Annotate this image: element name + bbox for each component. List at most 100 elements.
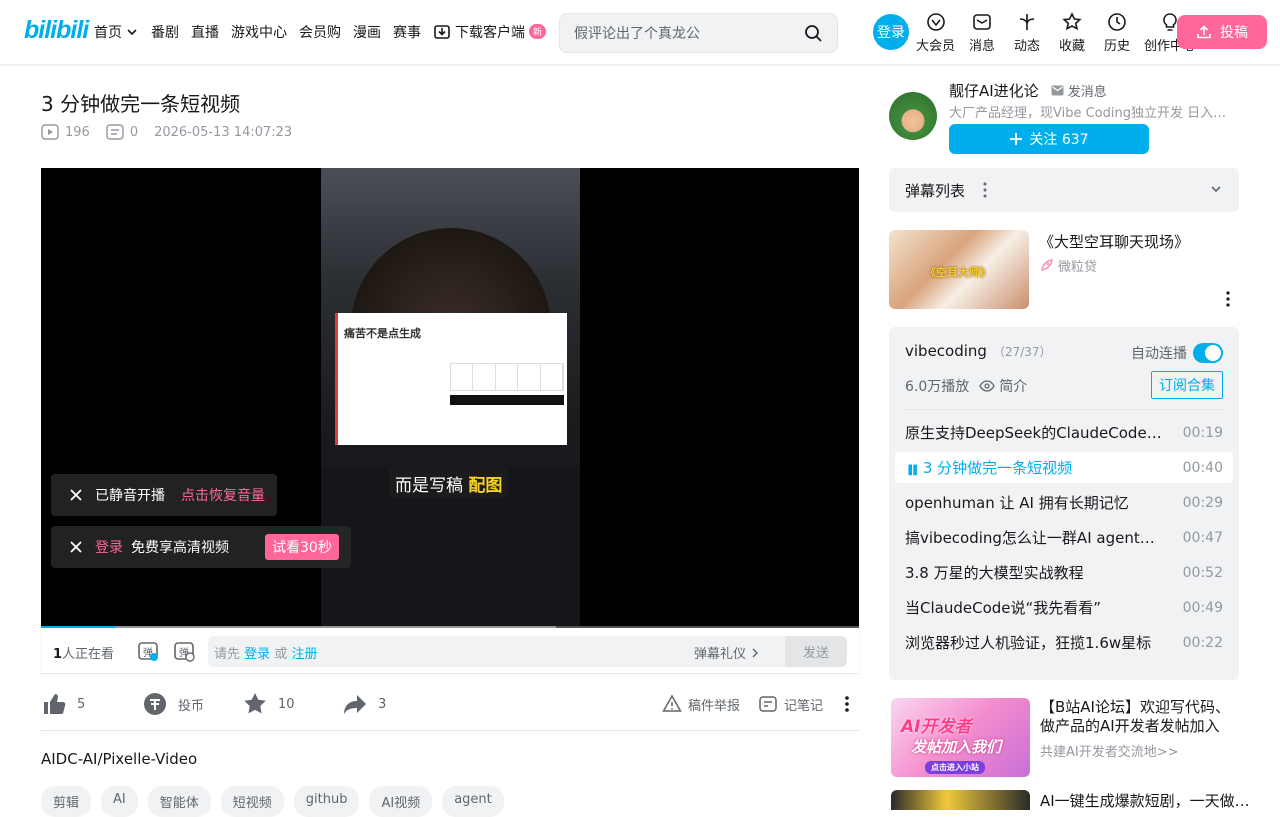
muted-toast: 已静音开播 点击恢复音量: [51, 474, 277, 516]
dynamic-entry[interactable]: 动态: [1009, 12, 1045, 54]
ad-title: 《大型空耳聊天现场》: [1039, 233, 1190, 251]
share-button[interactable]: 3: [342, 686, 386, 722]
danmaku-list-header[interactable]: 弹幕列表: [889, 168, 1239, 212]
promo-title: 【B站AI论坛】欢迎写代码、做产品的AI开发者发帖加入: [1040, 698, 1230, 735]
more-actions-button[interactable]: [839, 686, 865, 722]
tag[interactable]: agent: [442, 786, 504, 817]
nav-esports[interactable]: 赛事: [393, 22, 421, 42]
collection-episode[interactable]: …: [895, 662, 1233, 681]
more-vertical-icon[interactable]: [1225, 291, 1231, 307]
toast-login-link[interactable]: 登录: [95, 537, 123, 557]
promo-title: AI一键生成爆款短剧，一天做…: [1040, 792, 1250, 810]
danmaku-login-link[interactable]: 登录: [244, 647, 270, 662]
note-icon: [759, 696, 777, 712]
nav-anime[interactable]: 番剧: [151, 22, 179, 42]
try-30s-button[interactable]: 试看30秒: [265, 534, 339, 560]
episode-duration: 00:29: [1182, 494, 1223, 511]
nav-manga[interactable]: 漫画: [353, 22, 381, 42]
danmaku-etiquette-link[interactable]: 弹幕礼仪: [694, 643, 761, 662]
collection-episode-active[interactable]: 3 分钟做完一条短视频00:40: [895, 452, 1233, 483]
note-button[interactable]: 记笔记: [758, 686, 823, 722]
tag[interactable]: AI: [101, 786, 138, 817]
follow-button[interactable]: 关注 637: [949, 124, 1149, 154]
danmaku-input[interactable]: 请先 登录 或 注册 弹幕礼仪 发送: [208, 636, 847, 667]
follow-label: 关注 637: [1029, 132, 1089, 148]
chevron-down-icon[interactable]: [1209, 182, 1223, 196]
vip-entry[interactable]: 大会员: [916, 12, 955, 54]
collection-episode[interactable]: openhuman 让 AI 拥有长期记忆 00:29: [895, 487, 1233, 518]
tag-list: 剪辑 AI 智能体 短视频 github AI视频 agent: [41, 786, 514, 817]
uploader-name[interactable]: 靓仔AI进化论: [949, 80, 1039, 101]
danmaku-send-button[interactable]: 发送: [785, 636, 847, 667]
hint-prefix: 请先: [214, 647, 241, 662]
subtitle-highlight: 配图: [468, 476, 503, 496]
collection-episode[interactable]: 当ClaudeCode说“我先看看” 00:49: [895, 592, 1233, 623]
favorite-icon: [1062, 12, 1082, 31]
note-label: 记笔记: [784, 698, 824, 714]
autoplay-toggle[interactable]: [1193, 343, 1223, 363]
tag[interactable]: github: [293, 786, 360, 817]
episode-duration: 00:52: [1182, 564, 1223, 581]
ad-source: 微粒贷: [1039, 256, 1097, 275]
danmaku-toggle-icon[interactable]: 弹: [137, 640, 159, 662]
uploader-avatar[interactable]: [889, 92, 937, 140]
etiquette-label: 弹幕礼仪: [693, 647, 746, 662]
nav-game-center[interactable]: 游戏中心: [231, 22, 287, 42]
close-icon[interactable]: [69, 488, 83, 502]
upload-button[interactable]: 投稿: [1177, 15, 1267, 49]
history-entry[interactable]: 历史: [1099, 12, 1135, 54]
video-player[interactable]: 痛苦不是点生成 而是写稿 配图 已静音开播 点击恢复音量 登录 免费享高清视频 …: [41, 168, 859, 628]
collection-episode[interactable]: 3.8 万星的大模型实战教程 00:52: [895, 557, 1233, 588]
slide-bar: [450, 395, 564, 405]
send-message-link[interactable]: 发消息: [1051, 81, 1107, 100]
collection-plays: 6.0万播放: [905, 379, 970, 395]
search-icon[interactable]: [804, 24, 823, 43]
ad-card[interactable]: 《空耳大师》 《大型空耳聊天现场》 微粒贷: [889, 230, 1239, 310]
report-button[interactable]: 稿件举报: [662, 686, 740, 722]
mail-icon: [1051, 85, 1064, 96]
view-count-value: 196: [65, 124, 90, 140]
favorite-button[interactable]: 10: [242, 686, 295, 722]
promo-card[interactable]: AI一键生成爆款短剧，一天做…: [889, 790, 1250, 810]
tag[interactable]: 剪辑: [41, 786, 92, 817]
promo-card[interactable]: AI开发者 发帖加入我们 点击进入小站 【B站AI论坛】欢迎写代码、做产品的AI…: [889, 697, 1239, 779]
subtitle-text: 而是写稿: [395, 476, 463, 496]
tag[interactable]: AI视频: [369, 786, 433, 817]
view-count: 196: [41, 124, 90, 140]
ad-thumbnail: 《空耳大师》: [889, 230, 1029, 309]
danmaku-settings-icon[interactable]: 弹: [173, 640, 195, 662]
message-entry[interactable]: 消息: [964, 12, 1000, 54]
collection-intro-link[interactable]: 简介: [979, 376, 1027, 396]
bilibili-logo[interactable]: bilibili: [24, 16, 89, 45]
uploader-bio: 大厂产品经理，现Vibe Coding独立开发 日入千…: [949, 106, 1233, 121]
more-vertical-icon[interactable]: [981, 181, 989, 199]
nav-mall[interactable]: 会员购: [299, 22, 341, 42]
collection-episode[interactable]: 原生支持DeepSeek的ClaudeCode来了 00:19: [895, 417, 1233, 448]
restore-volume-link[interactable]: 点击恢复音量: [181, 485, 265, 505]
nav-download-client[interactable]: 下载客户端 新: [433, 22, 547, 42]
login-avatar-button[interactable]: 登录: [873, 14, 909, 50]
danmaku-count: 0: [106, 124, 138, 140]
favorite-entry[interactable]: 收藏: [1054, 12, 1090, 54]
top-header: bilibili 首页 番剧 直播 游戏中心 会员购 漫画 赛事 下载客户端 新…: [0, 0, 1280, 64]
collection-episode[interactable]: 浏览器秒过人机验证，狂揽1.6w星标 00:22: [895, 627, 1233, 658]
tag[interactable]: 短视频: [220, 786, 284, 817]
subscribe-collection-button[interactable]: 订阅合集: [1151, 371, 1223, 399]
video-description: AIDC-AI/Pixelle-Video: [41, 750, 198, 768]
close-icon[interactable]: [69, 540, 83, 554]
promo-thumb-line3: 点击进入小站: [925, 761, 985, 774]
like-button[interactable]: 5: [41, 686, 85, 722]
tag[interactable]: 智能体: [147, 786, 211, 817]
like-count: 5: [77, 696, 86, 712]
episode-title: 当ClaudeCode说“我先看看”: [905, 599, 1102, 617]
coin-button[interactable]: 投币: [142, 686, 204, 722]
nav-home[interactable]: 首页: [94, 22, 139, 42]
viewers-now: 1人正在看: [53, 643, 114, 662]
collection-name[interactable]: vibecoding: [905, 342, 987, 360]
nav-live[interactable]: 直播: [191, 22, 219, 42]
search-input[interactable]: [574, 24, 794, 44]
danmaku-register-link[interactable]: 注册: [291, 647, 317, 662]
collection-episode[interactable]: 搞vibecoding怎么让一群AI agent真正… 00:47: [895, 522, 1233, 553]
history-label: 历史: [1104, 39, 1131, 54]
video-title: 3 分钟做完一条短视频: [41, 92, 241, 116]
